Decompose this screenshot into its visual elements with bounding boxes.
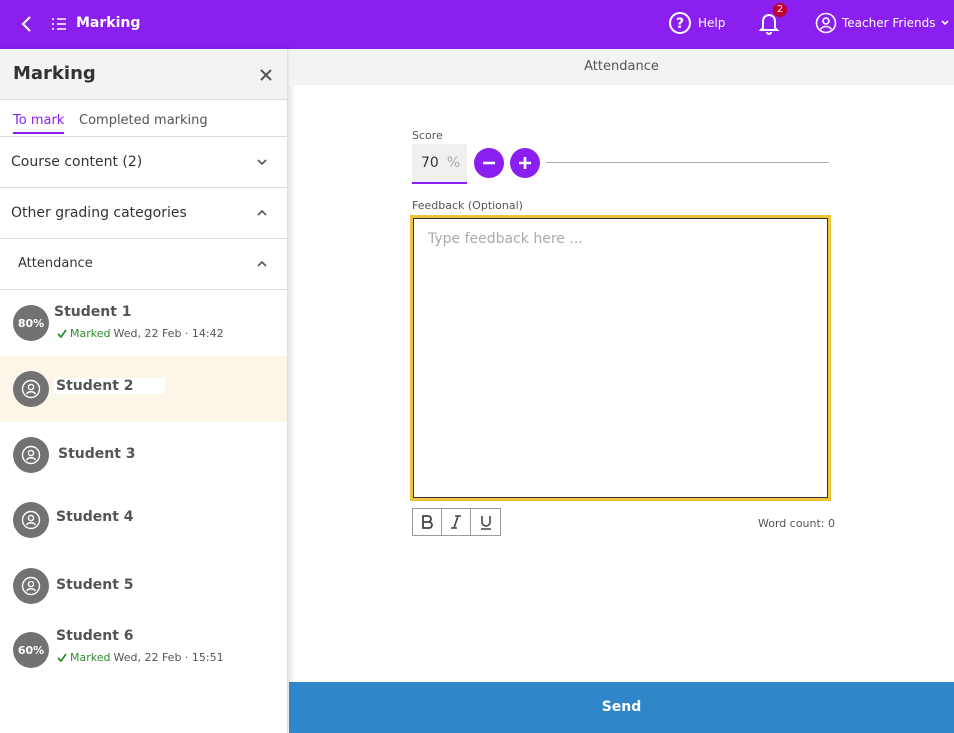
feedback-textarea[interactable]: Type feedback here ... [410, 215, 831, 501]
user-name: Teacher Friends [842, 16, 936, 30]
chevron-up-icon [257, 209, 267, 216]
plus-icon [519, 157, 531, 169]
student-avatar [13, 502, 49, 538]
formatting-toolbar [412, 508, 501, 536]
marking-tabs: To mark Completed marking [0, 100, 287, 137]
marked-label: Marked [70, 327, 111, 340]
chevron-up-icon [257, 260, 267, 267]
grade-badge: 60% [13, 632, 49, 668]
grade-badge: 80% [13, 305, 49, 341]
student-row[interactable]: Student 3 [0, 422, 287, 488]
underline-button[interactable] [471, 509, 500, 535]
marked-label: Marked [70, 651, 111, 664]
marking-sidebar: Marking To mark Completed marking Course… [0, 49, 288, 733]
score-label: Score [412, 129, 443, 142]
help-button[interactable]: ? Help [668, 11, 725, 35]
menu-icon[interactable] [51, 16, 67, 32]
user-icon [21, 379, 41, 399]
student-row[interactable]: Student 5 [0, 552, 287, 618]
section-label: Other grading categories [11, 205, 187, 221]
tab-completed-marking[interactable]: Completed marking [79, 113, 208, 128]
score-value: 70 [421, 155, 439, 171]
chevron-down-icon [940, 20, 949, 26]
student-name: Student 3 [58, 446, 136, 462]
marked-status: Marked Wed, 22 Feb · 14:42 [57, 327, 224, 340]
increase-score-button[interactable] [510, 148, 540, 178]
bold-icon [422, 515, 433, 529]
section-course-content[interactable]: Course content (2) [0, 137, 287, 188]
close-icon[interactable] [259, 68, 273, 82]
user-avatar-icon [815, 12, 837, 34]
back-arrow-icon[interactable] [18, 14, 36, 34]
student-name: Student 2 [54, 378, 165, 394]
minus-icon [483, 161, 495, 165]
section-label: Attendance [18, 256, 93, 271]
word-count: Word count: 0 [758, 517, 836, 530]
student-avatar [13, 437, 49, 473]
section-attendance[interactable]: Attendance [0, 239, 287, 290]
student-row[interactable]: Student 4 [0, 488, 287, 552]
feedback-label: Feedback (Optional) [412, 199, 523, 212]
marked-time: Wed, 22 Feb · 15:51 [113, 651, 224, 664]
page-title: Attendance [289, 49, 954, 85]
send-button[interactable]: Send [289, 682, 954, 733]
user-menu[interactable]: Teacher Friends [815, 12, 949, 34]
help-icon: ? [669, 12, 691, 34]
score-divider [546, 162, 829, 163]
sidebar-header: Marking [0, 49, 287, 100]
help-label: Help [698, 16, 726, 30]
user-icon [21, 445, 41, 465]
app-title: Marking [76, 15, 141, 31]
tab-to-mark[interactable]: To mark [13, 113, 65, 134]
student-name: Student 5 [56, 577, 134, 593]
student-name: Student 4 [56, 509, 134, 525]
feedback-placeholder: Type feedback here ... [428, 231, 583, 247]
checkmark-icon [57, 329, 67, 338]
italic-button[interactable] [442, 509, 471, 535]
user-icon [21, 576, 41, 596]
student-name: Student 1 [54, 304, 132, 320]
checkmark-icon [57, 653, 67, 662]
user-icon [21, 510, 41, 530]
marked-status: Marked Wed, 22 Feb · 15:51 [57, 651, 224, 664]
student-avatar [13, 568, 49, 604]
section-label: Course content (2) [11, 154, 143, 170]
student-row[interactable]: 60% Student 6 Marked Wed, 22 Feb · 15:51 [0, 618, 287, 684]
svg-text:?: ? [676, 16, 684, 32]
marked-time: Wed, 22 Feb · 14:42 [113, 327, 224, 340]
bold-button[interactable] [413, 509, 442, 535]
score-unit: % [446, 155, 461, 171]
score-input[interactable]: 70 % [412, 144, 467, 184]
section-other-grading-categories[interactable]: Other grading categories [0, 188, 287, 239]
decrease-score-button[interactable] [474, 148, 504, 178]
notification-badge: 2 [773, 3, 787, 17]
sidebar-title: Marking [13, 63, 96, 84]
chevron-down-icon [257, 159, 267, 166]
italic-icon [451, 515, 461, 529]
student-name: Student 6 [56, 628, 134, 644]
top-bar: Marking ? Help 2 Teacher Friends [0, 0, 954, 49]
student-avatar [13, 371, 49, 407]
student-row[interactable]: 80% Student 1 Marked Wed, 22 Feb · 14:42 [0, 290, 287, 356]
underline-icon [480, 516, 491, 530]
student-row-selected[interactable]: Student 2 [0, 356, 287, 422]
